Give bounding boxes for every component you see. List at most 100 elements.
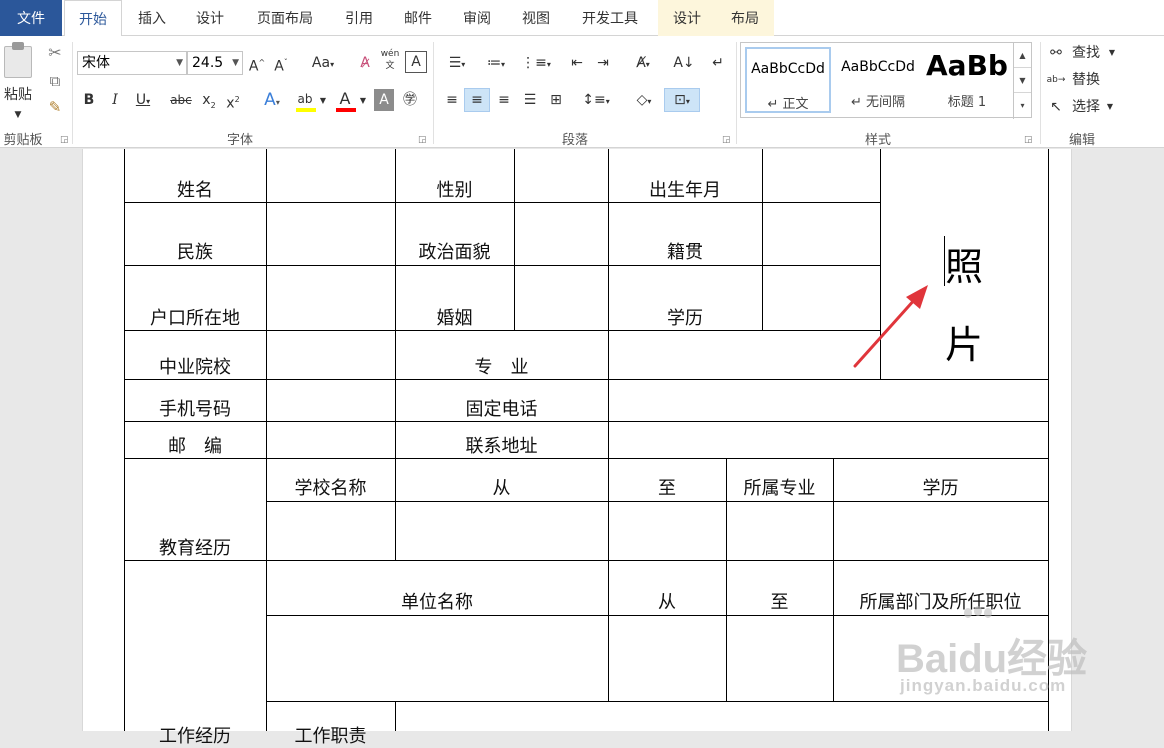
- shading-icon[interactable]: ◇▾: [626, 89, 662, 111]
- style-normal[interactable]: AaBbCcDd ↵ 正文: [745, 47, 831, 113]
- tab-mailings[interactable]: 邮件: [388, 0, 448, 36]
- numbering-icon[interactable]: ≔▾: [478, 52, 514, 74]
- chevron-down-icon: ▼: [1106, 102, 1114, 111]
- scroll-up-icon[interactable]: ▲: [1014, 43, 1031, 68]
- shrink-font-icon[interactable]: Aˇ: [272, 52, 290, 75]
- tab-table-layout[interactable]: 布局: [716, 0, 774, 36]
- replace-icon: ab→: [1046, 75, 1066, 85]
- styles-launcher-icon[interactable]: ◲: [1024, 135, 1033, 145]
- grow-font-icon[interactable]: A^: [248, 52, 266, 75]
- tab-file[interactable]: 文件: [0, 0, 62, 36]
- bullets-icon[interactable]: ☰▾: [440, 52, 474, 74]
- show-marks-icon[interactable]: ↵: [706, 52, 730, 74]
- format-painter-icon[interactable]: ✎: [44, 96, 66, 118]
- paragraph-launcher-icon[interactable]: ◲: [722, 135, 731, 145]
- style-sample: AaBbCcDd: [751, 61, 825, 77]
- styles-group-label: 样式: [864, 133, 891, 148]
- label-political: 政治面貌: [418, 242, 491, 263]
- enclose-characters-icon[interactable]: ㊫: [400, 89, 420, 111]
- subscript-icon[interactable]: x2: [198, 89, 220, 111]
- clipboard-icon: [4, 46, 32, 78]
- label-ethnicity: 民族: [177, 242, 213, 263]
- cut-icon[interactable]: ✂: [44, 42, 66, 64]
- font-color-icon: A: [339, 89, 351, 108]
- label-address: 联系地址: [465, 436, 538, 457]
- label-from-2: 从: [658, 592, 676, 613]
- tab-view[interactable]: 视图: [506, 0, 566, 36]
- find-button[interactable]: ⚯ 查找 ▼: [1046, 42, 1136, 64]
- distributed-icon[interactable]: ⊞: [544, 89, 568, 111]
- group-divider: [72, 42, 73, 144]
- align-center-icon[interactable]: ≡: [464, 88, 490, 112]
- tab-review[interactable]: 审阅: [450, 0, 504, 36]
- more-styles-icon[interactable]: ▾: [1014, 93, 1031, 118]
- font-group-label: 字体: [226, 133, 253, 148]
- tab-home[interactable]: 开始: [64, 0, 122, 37]
- table-row-border: [124, 458, 1049, 459]
- label-name: 姓名: [177, 180, 213, 201]
- tab-table-design[interactable]: 设计: [660, 0, 714, 36]
- change-case-icon[interactable]: Aa▾: [306, 52, 340, 74]
- increase-indent-icon[interactable]: ⇥: [592, 52, 614, 74]
- chinese-layout-icon[interactable]: Ⱥ▾: [626, 52, 660, 74]
- align-right-icon[interactable]: ≡: [492, 89, 516, 111]
- styles-scroll[interactable]: ▲ ▼ ▾: [1013, 43, 1031, 119]
- decrease-indent-icon[interactable]: ⇤: [566, 52, 588, 74]
- label-edu-history: 教育经历: [159, 538, 231, 559]
- align-left-icon[interactable]: ≡: [440, 89, 464, 111]
- label-marriage: 婚姻: [436, 308, 473, 329]
- borders-icon[interactable]: ⊡▾: [664, 88, 700, 112]
- chevron-down-icon: ▼: [319, 96, 327, 105]
- scroll-down-icon[interactable]: ▼: [1014, 68, 1031, 93]
- underline-icon[interactable]: U▾: [130, 89, 156, 111]
- character-shading-icon[interactable]: A: [374, 89, 394, 111]
- tab-page-layout[interactable]: 页面布局: [240, 0, 330, 36]
- table-row-border: [266, 701, 1049, 702]
- italic-icon[interactable]: I: [106, 89, 124, 111]
- chevron-down-icon: ▼: [176, 58, 183, 68]
- style-heading-1[interactable]: AaBb 标题 1: [923, 47, 1011, 113]
- tab-references[interactable]: 引用: [332, 0, 386, 36]
- table-col-border: [762, 149, 763, 331]
- style-sample: AaBb: [926, 49, 1008, 82]
- font-launcher-icon[interactable]: ◲: [418, 135, 427, 145]
- copy-icon[interactable]: ⧉: [44, 70, 66, 92]
- replace-button[interactable]: ab→ 替换: [1046, 69, 1136, 91]
- select-label: 选择: [1072, 99, 1100, 115]
- chevron-down-icon: ▼: [232, 58, 239, 68]
- clipboard-launcher-icon[interactable]: ◲: [60, 135, 69, 145]
- superscript-icon[interactable]: x2: [222, 89, 244, 112]
- select-button[interactable]: ↖ 选择 ▼: [1046, 96, 1136, 118]
- line-spacing-icon[interactable]: ↕≡▾: [578, 89, 614, 111]
- table-row-border: [124, 202, 881, 203]
- text-effects-icon[interactable]: A▾: [256, 89, 288, 111]
- label-gender: 性别: [436, 180, 473, 201]
- tab-developer[interactable]: 开发工具: [568, 0, 652, 36]
- highlight-color-button[interactable]: ab ▼: [294, 90, 328, 112]
- ribbon-tab-bar: 文件 开始 插入 设计 页面布局 引用 邮件 审阅 视图 开发工具 设计 布局: [0, 0, 1164, 37]
- tab-design[interactable]: 设计: [182, 0, 238, 36]
- strikethrough-icon[interactable]: abc: [168, 89, 194, 111]
- clear-formatting-icon[interactable]: A̷: [354, 52, 376, 74]
- font-color-button[interactable]: A ▼: [334, 89, 368, 112]
- character-border-icon[interactable]: A: [405, 51, 427, 73]
- justify-icon[interactable]: ☰: [518, 89, 542, 111]
- style-name: ↵ 正文: [767, 97, 809, 112]
- bold-icon[interactable]: B: [80, 89, 98, 111]
- group-divider: [1040, 42, 1041, 144]
- table-row-border: [124, 330, 881, 331]
- multilevel-list-icon[interactable]: ⋮≡▾: [518, 52, 554, 74]
- font-size-combo[interactable]: 24.5 ▼: [187, 51, 243, 75]
- style-no-spacing[interactable]: AaBbCcDd ↵ 无间隔: [835, 47, 921, 113]
- styles-gallery: AaBbCcDd ↵ 正文 AaBbCcDd ↵ 无间隔 AaBb 标题 1 ▲…: [740, 42, 1032, 119]
- phonetic-guide-icon[interactable]: wén 文: [378, 48, 402, 71]
- paste-button[interactable]: 粘贴 ▼: [0, 42, 38, 122]
- label-duties: 工作职责: [294, 726, 367, 747]
- tab-insert[interactable]: 插入: [124, 0, 180, 36]
- label-postcode: 邮 编: [168, 436, 222, 457]
- font-name-combo[interactable]: 宋体 ▼: [77, 51, 187, 75]
- label-school: 中业院校: [159, 357, 231, 378]
- sort-icon[interactable]: A↓: [672, 52, 696, 74]
- label-degree: 学历: [922, 478, 959, 499]
- font-size-value: 24.5: [192, 55, 224, 71]
